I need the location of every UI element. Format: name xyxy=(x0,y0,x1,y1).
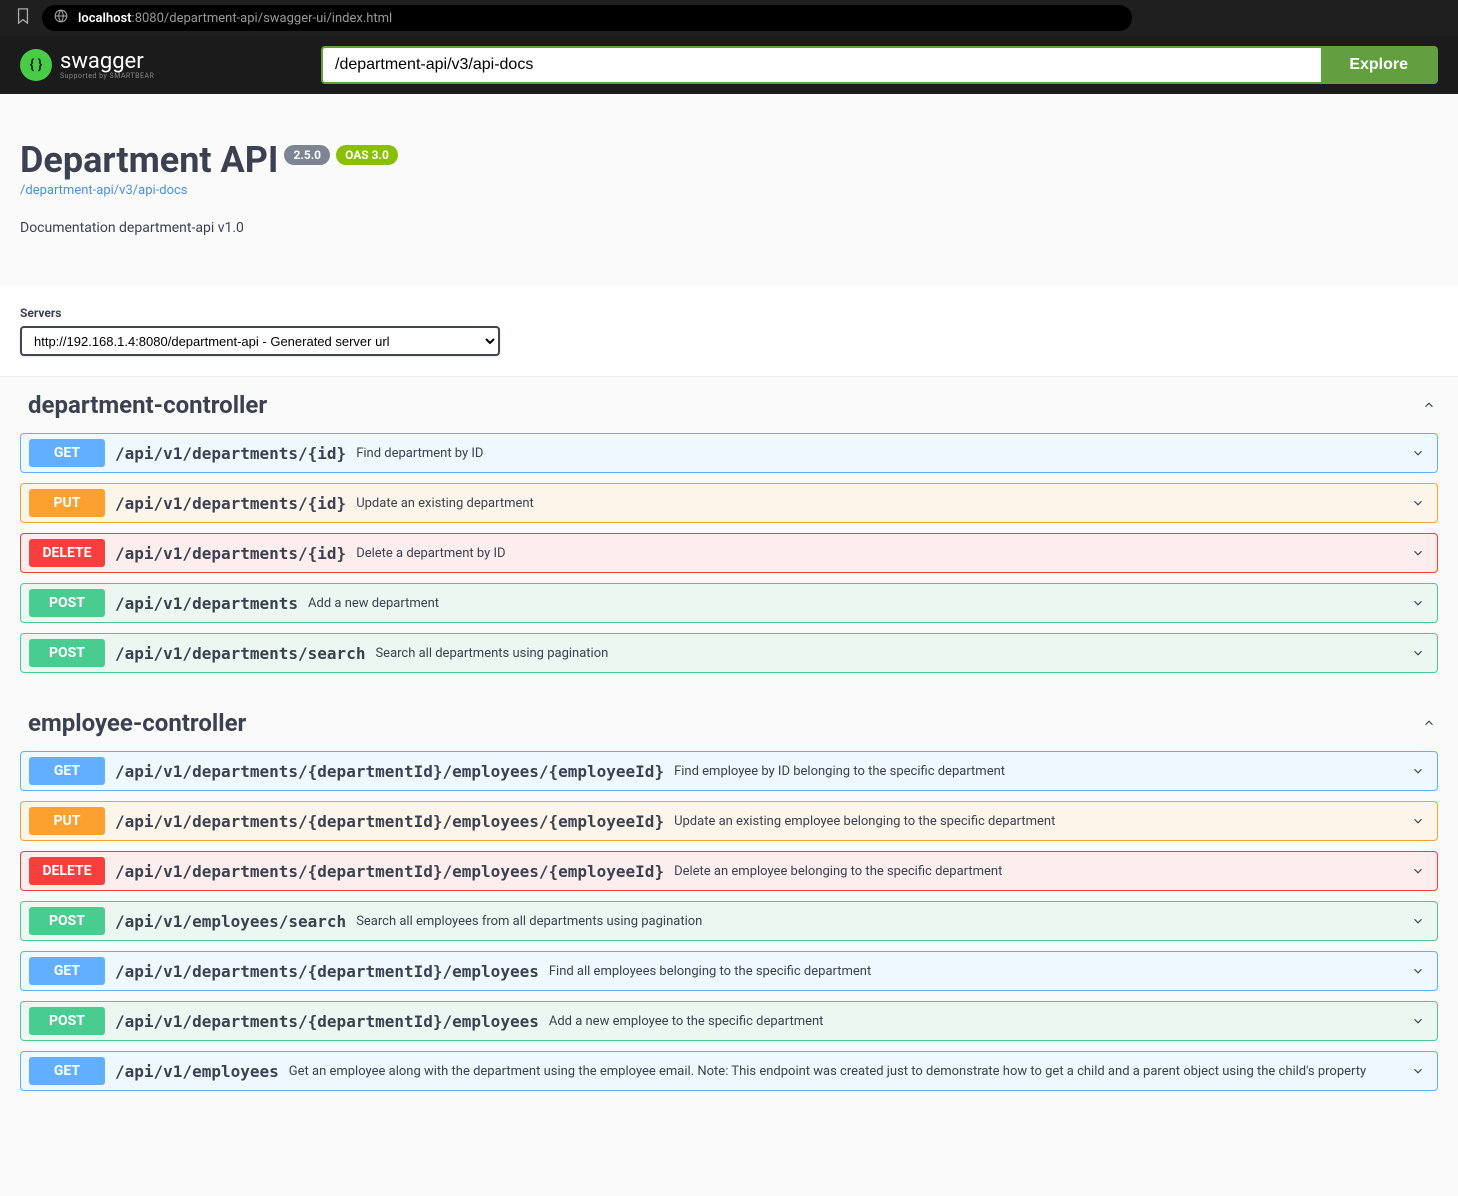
operation-path: /api/v1/departments/{departmentId}/emplo… xyxy=(115,1012,539,1031)
operation-path: /api/v1/employees xyxy=(115,1062,279,1081)
tag-header-employee-controller[interactable]: employee-controller xyxy=(20,695,1438,747)
operation-row[interactable]: GET/api/v1/employees Get an employee alon… xyxy=(20,1051,1438,1091)
operation-row[interactable]: DELETE/api/v1/departments/{id} Delete a d… xyxy=(20,533,1438,573)
chevron-down-icon xyxy=(1411,812,1429,830)
servers-select[interactable]: http://192.168.1.4:8080/department-api -… xyxy=(20,326,500,356)
operation-row[interactable]: POST/api/v1/employees/search Search all e… xyxy=(20,901,1438,941)
http-method-badge: GET xyxy=(29,439,105,467)
http-method-badge: DELETE xyxy=(29,539,105,567)
operation-path: /api/v1/departments/{id} xyxy=(115,494,346,513)
http-method-badge: POST xyxy=(29,907,105,935)
http-method-badge: POST xyxy=(29,639,105,667)
operation-row[interactable]: PUT/api/v1/departments/{id} Update an exi… xyxy=(20,483,1438,523)
operation-row[interactable]: POST/api/v1/departments Add a new departm… xyxy=(20,583,1438,623)
operation-path: /api/v1/departments xyxy=(115,594,298,613)
operation-row[interactable]: GET/api/v1/departments/{departmentId}/em… xyxy=(20,751,1438,791)
operation-path: /api/v1/departments/{departmentId}/emplo… xyxy=(115,812,664,831)
servers-label: Servers xyxy=(20,306,1438,320)
chevron-down-icon xyxy=(1411,544,1429,562)
globe-icon xyxy=(54,9,68,27)
operation-row[interactable]: GET/api/v1/departments/{departmentId}/em… xyxy=(20,951,1438,991)
explore-form: Explore xyxy=(321,46,1438,84)
swagger-topbar: { } swagger Supported by SMARTBEAR Explo… xyxy=(0,36,1458,94)
api-docs-link[interactable]: /department-api/v3/api-docs xyxy=(20,183,1438,198)
chevron-down-icon xyxy=(1411,494,1429,512)
operation-row[interactable]: POST/api/v1/departments/search Search all… xyxy=(20,633,1438,673)
operation-summary: Find employee by ID belonging to the spe… xyxy=(674,764,1005,779)
http-method-badge: DELETE xyxy=(29,857,105,885)
http-method-badge: POST xyxy=(29,589,105,617)
chevron-up-icon xyxy=(1420,396,1438,414)
operation-summary: Delete an employee belonging to the spec… xyxy=(674,864,1002,879)
api-description: Documentation department-api v1.0 xyxy=(20,220,1438,236)
api-version-badge: 2.5.0 xyxy=(284,145,330,165)
operation-row[interactable]: DELETE/api/v1/departments/{departmentId}… xyxy=(20,851,1438,891)
chevron-down-icon xyxy=(1411,912,1429,930)
http-method-badge: GET xyxy=(29,1057,105,1085)
chevron-down-icon xyxy=(1411,1062,1429,1080)
browser-bar: localhost:8080/department-api/swagger-ui… xyxy=(0,0,1458,36)
http-method-badge: PUT xyxy=(29,489,105,517)
operation-summary: Update an existing department xyxy=(356,496,534,511)
operation-path: /api/v1/departments/search xyxy=(115,644,365,663)
http-method-badge: POST xyxy=(29,1007,105,1035)
http-method-badge: PUT xyxy=(29,807,105,835)
chevron-down-icon xyxy=(1411,444,1429,462)
operation-summary: Find all employees belonging to the spec… xyxy=(549,964,871,979)
operation-row[interactable]: POST/api/v1/departments/{departmentId}/e… xyxy=(20,1001,1438,1041)
chevron-down-icon xyxy=(1411,1012,1429,1030)
tag-header-department-controller[interactable]: department-controller xyxy=(20,377,1438,429)
chevron-up-icon xyxy=(1420,714,1438,732)
operation-summary: Find department by ID xyxy=(356,446,483,461)
operation-path: /api/v1/departments/{departmentId}/emplo… xyxy=(115,762,664,781)
operation-summary: Search all departments using pagination xyxy=(375,646,608,661)
operation-path: /api/v1/departments/{id} xyxy=(115,444,346,463)
operation-path: /api/v1/departments/{departmentId}/emplo… xyxy=(115,962,539,981)
operation-summary: Search all employees from all department… xyxy=(356,914,702,929)
chevron-down-icon xyxy=(1411,762,1429,780)
swagger-logo-icon: { } xyxy=(20,49,52,81)
swagger-logo-subtitle: Supported by SMARTBEAR xyxy=(60,73,154,80)
chevron-down-icon xyxy=(1411,862,1429,880)
http-method-badge: GET xyxy=(29,957,105,985)
chevron-down-icon xyxy=(1411,962,1429,980)
spec-url-input[interactable] xyxy=(323,48,1321,82)
operation-path: /api/v1/departments/{id} xyxy=(115,544,346,563)
tag-name: employee-controller xyxy=(28,709,246,737)
oas-version-badge: OAS 3.0 xyxy=(336,145,398,165)
bookmark-icon[interactable] xyxy=(16,8,30,28)
operation-summary: Delete a department by ID xyxy=(356,546,505,561)
operation-path: /api/v1/departments/{departmentId}/emplo… xyxy=(115,862,664,881)
url-text: localhost:8080/department-api/swagger-ui… xyxy=(78,11,392,26)
operation-summary: Add a new department xyxy=(308,596,439,611)
api-title: Department API xyxy=(20,139,278,181)
chevron-down-icon xyxy=(1411,644,1429,662)
url-bar[interactable]: localhost:8080/department-api/swagger-ui… xyxy=(42,5,1132,31)
explore-button[interactable]: Explore xyxy=(1321,48,1436,82)
operation-summary: Add a new employee to the specific depar… xyxy=(549,1014,824,1029)
operation-summary: Update an existing employee belonging to… xyxy=(674,814,1055,829)
tag-name: department-controller xyxy=(28,391,267,419)
operation-summary: Get an employee along with the departmen… xyxy=(289,1064,1366,1079)
operation-row[interactable]: PUT/api/v1/departments/{departmentId}/em… xyxy=(20,801,1438,841)
chevron-down-icon xyxy=(1411,594,1429,612)
swagger-logo-text: swagger xyxy=(60,51,154,73)
swagger-logo[interactable]: { } swagger Supported by SMARTBEAR xyxy=(20,49,154,81)
operation-path: /api/v1/employees/search xyxy=(115,912,346,931)
http-method-badge: GET xyxy=(29,757,105,785)
operation-row[interactable]: GET/api/v1/departments/{id} Find departme… xyxy=(20,433,1438,473)
